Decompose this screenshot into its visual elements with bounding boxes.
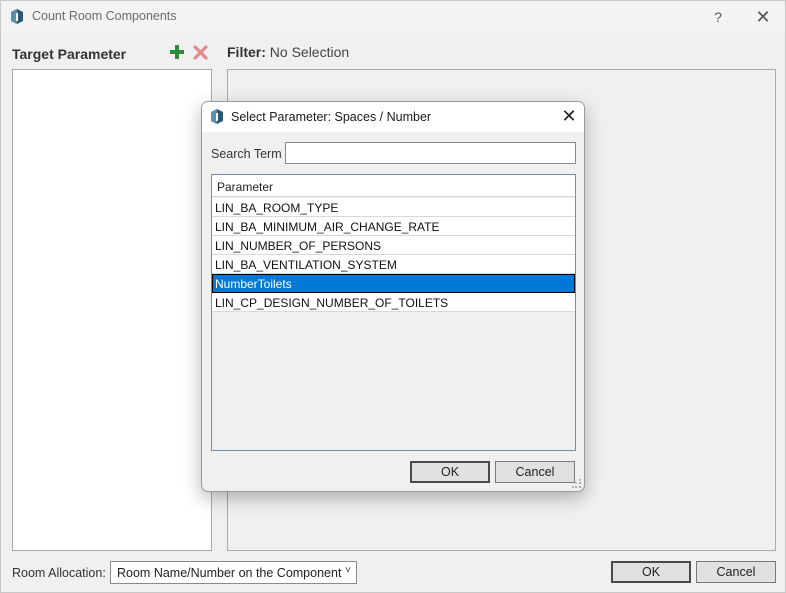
dialog-ok-button[interactable]: OK xyxy=(410,461,490,483)
room-allocation-dropdown[interactable]: Room Name/Number on the Component ˅ xyxy=(110,561,357,584)
title-bar: Count Room Components ? ✕ xyxy=(1,1,785,32)
list-item[interactable]: LIN_BA_VENTILATION_SYSTEM xyxy=(212,255,575,274)
list-item[interactable]: LIN_NUMBER_OF_PERSONS xyxy=(212,236,575,255)
list-item-selected[interactable]: NumberToilets xyxy=(212,274,575,293)
help-button[interactable]: ? xyxy=(707,6,729,28)
list-item[interactable]: LIN_BA_MINIMUM_AIR_CHANGE_RATE xyxy=(212,217,575,236)
list-item[interactable]: LIN_CP_DESIGN_NUMBER_OF_TOILETS xyxy=(212,293,575,312)
resize-grip-icon[interactable] xyxy=(572,479,582,489)
search-input[interactable] xyxy=(285,142,576,164)
target-parameter-heading: Target Parameter xyxy=(12,46,127,62)
dialog-close-button[interactable]: ✕ xyxy=(558,105,580,127)
room-allocation-label: Room Allocation: xyxy=(12,566,106,580)
ok-button[interactable]: OK xyxy=(611,561,691,583)
room-allocation-selected: Room Name/Number on the Component xyxy=(117,566,342,580)
plus-icon[interactable] xyxy=(169,44,185,60)
search-term-label: Search Term xyxy=(211,147,282,161)
cancel-button[interactable]: Cancel xyxy=(696,561,776,583)
select-parameter-dialog: Select Parameter: Spaces / Number ✕ Sear… xyxy=(201,101,585,492)
dialog-title-bar: Select Parameter: Spaces / Number ✕ xyxy=(202,102,584,132)
dialog-title: Select Parameter: Spaces / Number xyxy=(231,110,432,124)
column-header-parameter[interactable]: Parameter xyxy=(212,175,575,197)
window-title: Count Room Components xyxy=(32,9,177,23)
list-item[interactable]: LIN_BA_ROOM_TYPE xyxy=(212,198,575,217)
filter-value: No Selection xyxy=(269,44,350,60)
x-icon[interactable] xyxy=(193,45,208,60)
app-logo-icon xyxy=(211,109,223,124)
filter-label: Filter: xyxy=(227,44,266,60)
close-button[interactable]: ✕ xyxy=(751,6,775,28)
parameter-grid[interactable]: Parameter LIN_BA_ROOM_TYPE LIN_BA_MINIMU… xyxy=(211,174,576,451)
filter-display: Filter: No Selection xyxy=(227,44,349,60)
target-parameter-list[interactable] xyxy=(12,69,212,551)
app-logo-icon xyxy=(11,9,23,24)
chevron-down-icon: ˅ xyxy=(345,565,351,576)
dialog-cancel-button[interactable]: Cancel xyxy=(495,461,575,483)
